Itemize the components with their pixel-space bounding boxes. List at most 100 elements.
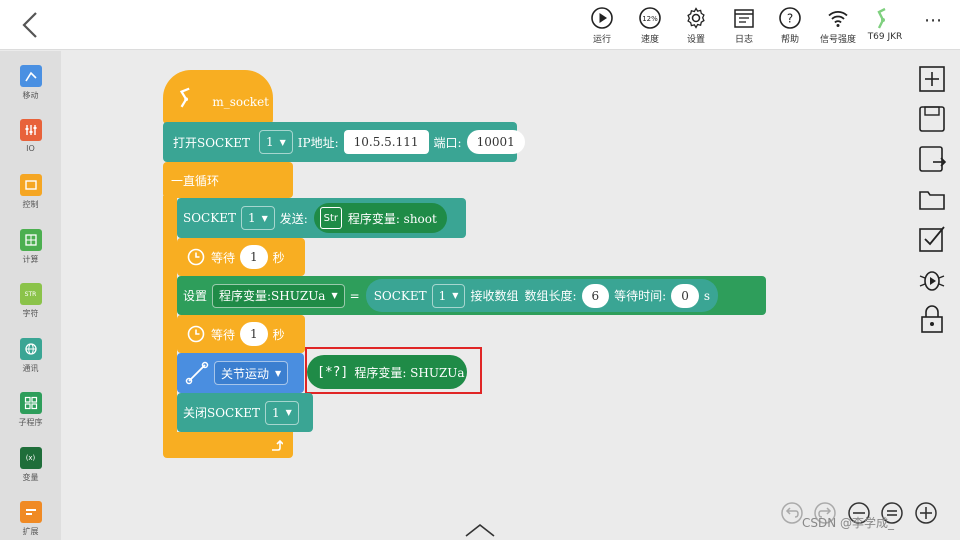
wait-value-1[interactable]: 1 xyxy=(240,245,268,269)
open-folder-button[interactable] xyxy=(917,184,947,214)
forever-loop-block[interactable]: 一直循环 xyxy=(163,162,293,198)
sidebar-item-io[interactable]: IO xyxy=(0,119,61,167)
sidebar-item-subprogram[interactable]: 子程序 xyxy=(0,392,61,440)
sidebar-item-string[interactable]: STR 字符 xyxy=(0,283,61,331)
port-label: 端口: xyxy=(433,135,462,150)
set-variable-dropdown[interactable]: 程序变量:SHUZUa ▼ xyxy=(212,283,345,308)
extension-icon xyxy=(19,501,42,523)
zoom-in-button[interactable] xyxy=(914,501,938,525)
robot-arm-icon xyxy=(179,87,190,108)
send-socket-id-dropdown[interactable]: 1 ▼ xyxy=(240,206,275,230)
loop-arrow-icon xyxy=(272,439,283,451)
program-start-block[interactable]: m_socket xyxy=(163,70,273,124)
run-button[interactable]: 运行 xyxy=(579,6,625,48)
calc-icon xyxy=(19,229,42,251)
send-variable-pill[interactable]: Str 程序变量: shoot xyxy=(313,203,447,233)
robot-arm-icon xyxy=(877,7,886,29)
ip-field[interactable]: 10.5.5.111 xyxy=(343,130,429,154)
recv-socket-label: SOCKET xyxy=(373,288,427,303)
checkbox-icon xyxy=(919,226,945,252)
sidebar-item-variable[interactable]: (x) 变量 xyxy=(0,447,61,495)
set-label: 设置 xyxy=(183,289,208,303)
set-variable-block[interactable]: 设置 程序变量:SHUZUa ▼ = SOCKET 1 ▼ 接收数组 数组长度: 6… xyxy=(177,276,766,315)
socket-send-block[interactable]: SOCKET 1 ▼ 发送: Str 程序变量: shoot xyxy=(177,198,466,238)
watermark: CSDN @李学成_ xyxy=(802,516,895,530)
speed-label: 速度 xyxy=(640,35,659,45)
open-socket-block[interactable]: 打开SOCKET 1 ▼ IP地址: 10.5.5.111 端口: 10001 xyxy=(163,122,525,162)
motion-type-dropdown[interactable]: 关节运动 ▼ xyxy=(214,361,289,385)
help-button[interactable]: ? 帮助 xyxy=(767,6,813,48)
play-icon xyxy=(591,7,613,29)
array-length-field[interactable]: 6 xyxy=(581,283,610,308)
socket-receive-block[interactable]: SOCKET 1 ▼ 接收数组 数组长度: 6 等待时间: 0 s xyxy=(365,279,719,312)
globe-icon xyxy=(19,338,42,360)
close-socket-block[interactable]: 关闭SOCKET 1 ▼ xyxy=(177,393,313,432)
lock-button[interactable] xyxy=(917,304,947,334)
wait-label-2: 等待 xyxy=(211,327,236,342)
clock-icon xyxy=(187,248,205,266)
ip-label: IP地址: xyxy=(297,135,339,150)
loop-end xyxy=(163,432,293,458)
sidebar-item-calc[interactable]: 计算 xyxy=(0,229,61,277)
plus-box-icon xyxy=(919,66,945,92)
save-as-button[interactable] xyxy=(917,144,947,174)
wait-block-1[interactable]: 等待 1 秒 xyxy=(177,238,305,276)
sidebar-item-move[interactable]: 移动 xyxy=(0,65,61,113)
svg-text:?: ? xyxy=(787,12,793,26)
socket-id-dropdown[interactable]: 1 ▼ xyxy=(258,130,293,154)
top-toolbar: 运行 12% 速度 设置 日志 ? 帮助 信号强度 T69 JKR ⋯ xyxy=(0,0,960,50)
expand-panel-button[interactable] xyxy=(464,520,496,538)
send-socket-label: SOCKET xyxy=(183,211,236,225)
debug-button[interactable] xyxy=(917,264,947,294)
recv-socket-id-dropdown[interactable]: 1 ▼ xyxy=(431,283,466,308)
wait-block-2[interactable]: 等待 1 秒 xyxy=(177,315,305,353)
variable-icon: (x) xyxy=(19,447,42,469)
speed-icon: 12% xyxy=(639,7,661,29)
log-button[interactable]: 日志 xyxy=(721,6,767,48)
folder-icon xyxy=(919,191,945,210)
io-icon xyxy=(19,119,42,141)
check-button[interactable] xyxy=(917,224,947,254)
save-icon xyxy=(919,106,945,132)
category-sidebar: 移动 IO 控制 计算 STR 字符 通讯 子程序 (x) 变量 扩展 xyxy=(0,51,61,540)
highlight-box xyxy=(305,347,482,394)
string-icon: STR xyxy=(19,283,42,305)
clock-icon xyxy=(187,325,205,343)
sidebar-item-control[interactable]: 控制 xyxy=(0,174,61,222)
signal-strength[interactable]: 信号强度 xyxy=(815,6,861,48)
speed-button[interactable]: 12% 速度 xyxy=(627,6,673,48)
settings-label: 设置 xyxy=(686,35,705,45)
gear-icon xyxy=(687,7,705,29)
loop-label: 一直循环 xyxy=(171,173,220,188)
wait-unit-2: 秒 xyxy=(272,327,285,342)
port-field[interactable]: 10001 xyxy=(466,130,525,154)
robot-status[interactable]: T69 JKR xyxy=(862,6,908,48)
back-icon[interactable] xyxy=(16,8,48,42)
wait-time-field[interactable]: 0 xyxy=(671,283,699,308)
subprogram-icon xyxy=(19,392,42,414)
close-socket-id-dropdown[interactable]: 1 ▼ xyxy=(264,400,299,425)
run-label: 运行 xyxy=(592,35,611,45)
wait-value-2[interactable]: 1 xyxy=(240,322,268,346)
joint-move-block[interactable]: 关节运动 ▼ xyxy=(177,353,304,393)
move-icon xyxy=(19,65,42,87)
save-as-icon xyxy=(919,146,947,172)
loop-body-bar xyxy=(163,196,177,436)
settings-button[interactable]: 设置 xyxy=(673,6,719,48)
control-icon xyxy=(19,174,42,196)
program-name: m_socket xyxy=(212,95,269,109)
wait-time-label: 等待时间: xyxy=(614,289,667,303)
wait-unit-1: 秒 xyxy=(272,250,285,265)
more-button[interactable]: ⋯ xyxy=(910,10,956,52)
undo-button[interactable] xyxy=(780,501,804,525)
log-icon xyxy=(734,9,754,28)
open-socket-label: 打开SOCKET xyxy=(173,135,250,150)
sidebar-item-comm[interactable]: 通讯 xyxy=(0,338,61,386)
equals-sign: = xyxy=(349,288,360,303)
save-button[interactable] xyxy=(917,104,947,134)
close-socket-label: 关闭SOCKET xyxy=(183,406,260,420)
new-file-button[interactable] xyxy=(917,64,947,94)
wait-time-unit: s xyxy=(703,288,711,303)
chevron-up-icon xyxy=(465,523,495,537)
sidebar-item-extension[interactable]: 扩展 xyxy=(0,501,61,540)
